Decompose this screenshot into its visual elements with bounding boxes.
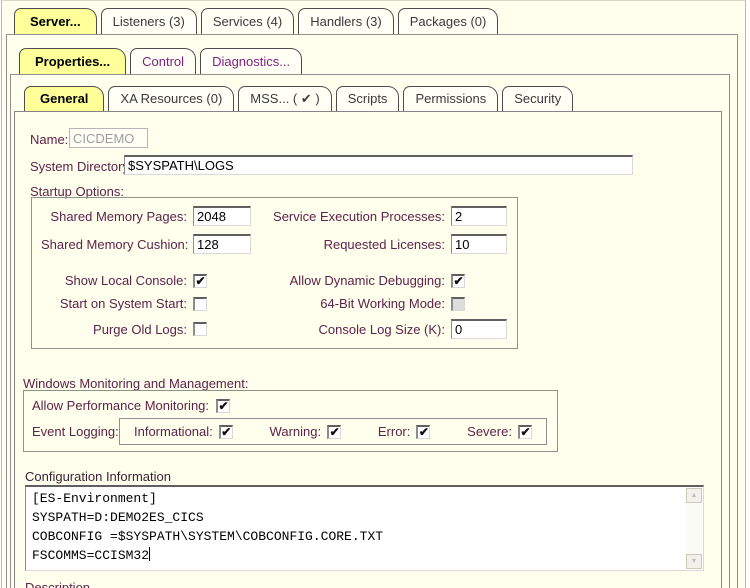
tab-control[interactable]: Control [130, 48, 196, 74]
service-execution-processes-label: Service Execution Processes: [257, 209, 445, 224]
configuration-information-label: Configuration Information [25, 469, 171, 484]
checkmark-icon: ✔ [195, 276, 205, 286]
enterprise-server-admin-page: Server... Listeners (3) Services (4) Han… [0, 0, 750, 588]
tab-listeners[interactable]: Listeners (3) [101, 8, 197, 34]
tab-xa-resources[interactable]: XA Resources (0) [108, 86, 234, 111]
shared-memory-pages-label: Shared Memory Pages: [41, 209, 187, 224]
startup-options-group: Shared Memory Pages: Service Execution P… [31, 197, 518, 349]
checkmark-icon: ✔ [419, 427, 429, 437]
tab-properties[interactable]: Properties... [19, 48, 126, 74]
config-line: [ES-Environment] [32, 489, 683, 508]
start-on-system-start-checkbox[interactable] [193, 297, 207, 311]
informational-checkbox[interactable]: ✔ [219, 425, 233, 439]
show-local-console-checkbox[interactable]: ✔ [193, 274, 207, 288]
warning-label: Warning: [270, 424, 322, 439]
severe-label: Severe: [467, 424, 512, 439]
description-label: Description [25, 580, 90, 588]
allow-performance-monitoring-checkbox[interactable]: ✔ [216, 399, 230, 413]
name-label: Name: [30, 132, 68, 147]
allow-performance-monitoring-label: Allow Performance Monitoring: [32, 398, 209, 413]
allow-dynamic-debugging-checkbox[interactable]: ✔ [451, 274, 465, 288]
tab-mss[interactable]: MSS... ( ✔ ) [238, 86, 331, 111]
tab-security[interactable]: Security [502, 86, 573, 111]
tab-diagnostics[interactable]: Diagnostics... [200, 48, 302, 74]
shared-memory-cushion-input[interactable] [193, 234, 251, 254]
event-logging-label: Event Logging: [32, 424, 119, 439]
system-directory-label: System Directory: [30, 159, 133, 174]
shared-memory-pages-input[interactable] [193, 206, 251, 226]
error-label: Error: [378, 424, 411, 439]
tab-general[interactable]: General [24, 86, 104, 111]
checkmark-icon: ✔ [219, 401, 229, 411]
config-line: FSCOMMS=CCISM32 [32, 546, 683, 565]
server-tab-bar: Properties... Control Diagnostics... [19, 48, 306, 74]
sixtyfour-bit-working-mode-label: 64-Bit Working Mode: [257, 296, 445, 311]
allow-dynamic-debugging-label: Allow Dynamic Debugging: [257, 273, 445, 288]
tab-server[interactable]: Server... [14, 8, 97, 34]
shared-memory-cushion-label: Shared Memory Cushion: [41, 237, 187, 252]
requested-licenses-input[interactable] [451, 234, 507, 254]
checkmark-icon: ✔ [453, 276, 463, 286]
error-checkbox[interactable]: ✔ [416, 425, 430, 439]
configuration-text: [ES-Environment]SYSPATH=D:DEMO2ES_CICSCO… [32, 489, 683, 568]
scrollbar[interactable]: ▲ ▼ [686, 488, 702, 569]
show-local-console-label: Show Local Console: [41, 273, 187, 288]
severe-checkbox[interactable]: ✔ [518, 425, 532, 439]
properties-tab-bar: General XA Resources (0) MSS... ( ✔ ) Sc… [24, 86, 577, 111]
scroll-down-icon[interactable]: ▼ [686, 554, 702, 569]
name-input[interactable] [69, 128, 148, 148]
purge-old-logs-checkbox[interactable] [193, 322, 207, 336]
tab-handlers[interactable]: Handlers (3) [298, 8, 394, 34]
purge-old-logs-label: Purge Old Logs: [41, 322, 187, 337]
sixtyfour-bit-working-mode-checkbox [451, 297, 465, 311]
checkmark-icon: ✔ [221, 427, 231, 437]
checkmark-icon: ✔ [520, 427, 530, 437]
requested-licenses-label: Requested Licenses: [257, 237, 445, 252]
tab-services[interactable]: Services (4) [201, 8, 294, 34]
monitoring-group: Allow Performance Monitoring: ✔ Event Lo… [23, 390, 558, 452]
configuration-textarea[interactable]: [ES-Environment]SYSPATH=D:DEMO2ES_CICSCO… [25, 485, 704, 571]
tab-permissions[interactable]: Permissions [403, 86, 498, 111]
service-execution-processes-input[interactable] [451, 206, 507, 226]
tab-packages[interactable]: Packages (0) [398, 8, 499, 34]
console-log-size-label: Console Log Size (K): [257, 322, 445, 337]
scroll-up-icon[interactable]: ▲ [686, 488, 702, 503]
console-log-size-input[interactable] [451, 319, 507, 339]
start-on-system-start-label: Start on System Start: [41, 296, 187, 311]
general-panel: Name: System Directory: Startup Options:… [14, 111, 722, 588]
checkmark-icon: ✔ [330, 427, 340, 437]
spacer [41, 262, 507, 265]
config-line: SYSPATH=D:DEMO2ES_CICS [32, 508, 683, 527]
warning-checkbox[interactable]: ✔ [327, 425, 341, 439]
event-logging-group: Informational: ✔ Warning: ✔ Error: ✔ Sev… [119, 418, 547, 445]
system-directory-input[interactable] [124, 155, 633, 175]
text-cursor [149, 547, 150, 561]
tab-scripts[interactable]: Scripts [336, 86, 400, 111]
config-line: COBCONFIG =$SYSPATH\SYSTEM\COBCONFIG.COR… [32, 527, 683, 546]
informational-label: Informational: [134, 424, 213, 439]
windows-monitoring-label: Windows Monitoring and Management: [23, 376, 248, 391]
top-tab-bar: Server... Listeners (3) Services (4) Han… [14, 8, 502, 34]
